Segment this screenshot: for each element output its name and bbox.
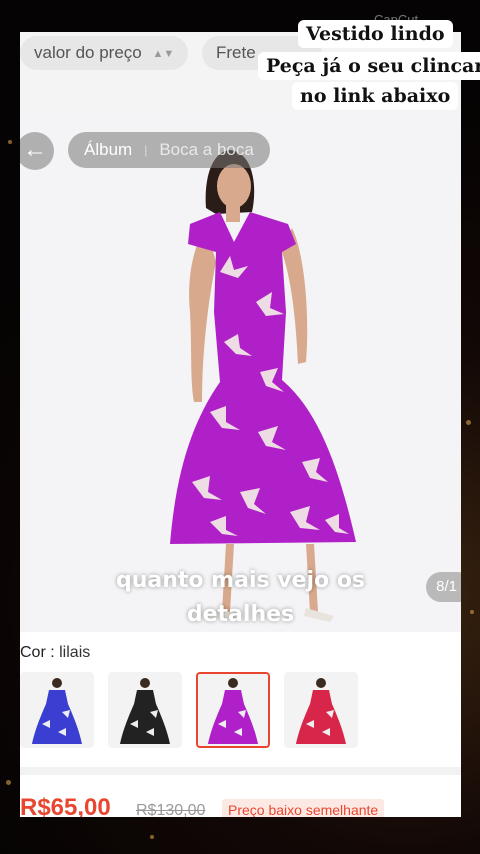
dress-thumbnail: [120, 678, 170, 744]
original-price: R$130,00: [136, 802, 206, 817]
viewer-tabs: Álbum | Boca a boca: [68, 132, 270, 168]
video-frame: CapCut valor do preço ▲▼ Frete: [0, 0, 480, 854]
divider: [20, 767, 461, 775]
product-photo: [20, 112, 461, 632]
caption-line-1: quanto mais vejo os: [115, 568, 366, 593]
tab-divider: |: [144, 143, 148, 157]
dress-thumbnail: [32, 678, 82, 744]
image-viewer[interactable]: ← Álbum | Boca a boca 8/1 quanto mais ve…: [20, 112, 461, 632]
sparkle: [466, 420, 471, 425]
app-screenshot: valor do preço ▲▼ Frete ← Álbum | Boca a…: [20, 32, 461, 817]
current-price: R$65,00: [20, 794, 111, 817]
swatch-black[interactable]: [108, 672, 182, 748]
color-label-prefix: Cor :: [20, 644, 60, 661]
color-value: lilais: [59, 644, 91, 661]
overlay-line-3: no link abaixo: [292, 82, 459, 110]
swatch-lilac[interactable]: [196, 672, 270, 748]
overlay-line-1: Vestido lindo: [298, 20, 453, 48]
price-filter-chip[interactable]: valor do preço ▲▼: [20, 36, 189, 70]
dress-thumbnail: [296, 678, 346, 744]
video-caption: quanto mais vejo os detalhes: [20, 564, 461, 632]
tab-album[interactable]: Álbum: [84, 140, 132, 160]
sparkle: [150, 835, 154, 839]
sparkle: [8, 140, 12, 144]
overlay-line-2: Peça já o seu clincar: [258, 52, 480, 80]
price-filter-label: valor do preço: [34, 43, 142, 62]
shipping-filter-label: Frete: [216, 43, 256, 62]
tab-reviews[interactable]: Boca a boca: [159, 140, 254, 160]
caption-line-2: detalhes: [186, 602, 295, 627]
sparkle: [470, 610, 474, 614]
swatch-blue[interactable]: [20, 672, 94, 748]
color-label: Cor : lilais: [20, 644, 90, 662]
sparkle: [6, 780, 11, 785]
swatch-red[interactable]: [284, 672, 358, 748]
color-swatches: [20, 672, 358, 748]
sort-arrows-icon: ▲▼: [152, 47, 175, 60]
dress-thumbnail: [208, 678, 258, 744]
price-badge: Preço baixo semelhante: [222, 799, 385, 817]
